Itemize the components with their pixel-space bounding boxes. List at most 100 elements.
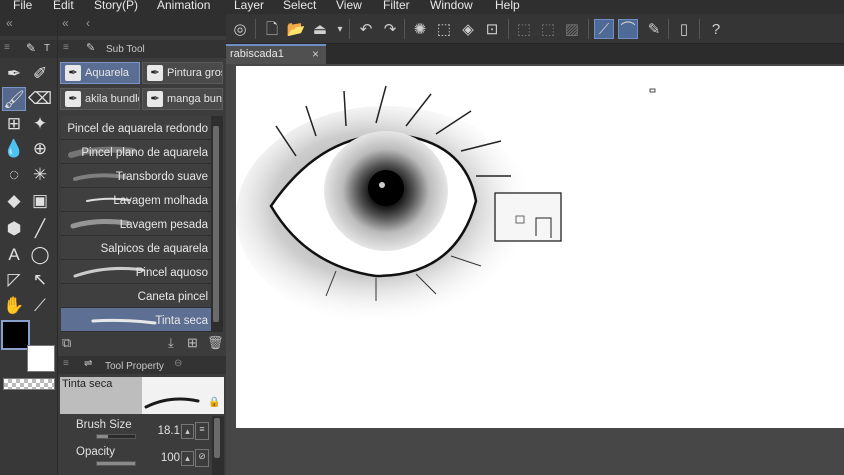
fill-tool-icon[interactable]: ◆ bbox=[2, 189, 26, 213]
menu-animation[interactable]: Animation bbox=[157, 0, 210, 12]
gradient-tool-icon[interactable]: ▣ bbox=[28, 189, 52, 213]
undo-icon[interactable]: ↶ bbox=[356, 20, 376, 40]
brush-stroke-preview bbox=[73, 266, 145, 278]
menu-file[interactable]: File bbox=[13, 0, 32, 12]
correct-line-icon[interactable]: ↖ bbox=[28, 268, 52, 292]
snap-ruler-icon[interactable]: ▨ bbox=[562, 20, 582, 40]
clear-icon[interactable]: ⬚ bbox=[434, 20, 454, 40]
import-sub-tool-icon[interactable]: ⤓ bbox=[168, 335, 174, 351]
lasso-tool-icon[interactable]: ◌ bbox=[2, 163, 26, 187]
document-tab[interactable]: rabiscada1 × bbox=[226, 44, 326, 64]
pen-pressure-icon[interactable]: ✎ bbox=[644, 20, 664, 40]
ruler-tool-icon[interactable]: ◸ bbox=[2, 268, 26, 292]
scrollbar-thumb[interactable] bbox=[213, 126, 219, 322]
opacity-settings-icon[interactable]: ⊘ bbox=[195, 449, 209, 467]
line-tool-icon[interactable]: ╱ bbox=[28, 217, 52, 241]
menu-help[interactable]: Help bbox=[495, 0, 520, 12]
balloon-tool-icon[interactable]: ◯ bbox=[28, 243, 52, 267]
hide-selection-icon[interactable]: ⬚ bbox=[514, 20, 534, 40]
brush-size-value[interactable]: 18.1 bbox=[150, 425, 180, 437]
transform-icon[interactable]: ⊡ bbox=[482, 20, 502, 40]
brush-item-caneta-pincel[interactable]: Caneta pincel bbox=[61, 284, 211, 308]
pen-tab-icon[interactable]: ✎ bbox=[26, 41, 36, 55]
brush-item-transbordo-suave[interactable]: Transbordo suave bbox=[61, 164, 211, 188]
duplicate-sub-tool-icon[interactable]: ⊞ bbox=[187, 335, 198, 351]
brush-item-lavagem-molhada[interactable]: Lavagem molhada bbox=[61, 188, 211, 212]
hand-tool-icon[interactable]: ✋ bbox=[2, 294, 26, 318]
collapse-left-icon-2[interactable]: « bbox=[62, 16, 69, 30]
brush-curve-icon[interactable]: ⌒ bbox=[618, 19, 638, 39]
brush-item-lavagem-pesada[interactable]: Lavagem pesada bbox=[61, 212, 211, 236]
airbrush-tool-icon[interactable]: ⊞ bbox=[2, 112, 26, 136]
pen-tool-icon[interactable]: ✒ bbox=[2, 62, 26, 86]
tool-panel-tab-label: T bbox=[44, 43, 51, 54]
text-tool-icon[interactable]: A bbox=[2, 243, 26, 267]
tool-panel-header: ≡ ✎ T bbox=[0, 40, 57, 58]
group-tab-pintura-grossa[interactable]: ✒Pintura grossa bbox=[142, 62, 223, 84]
panel-menu-icon[interactable]: ≡ bbox=[4, 42, 10, 53]
decoration-tool-icon[interactable]: ✦ bbox=[28, 112, 52, 136]
scrollbar-thumb[interactable] bbox=[214, 418, 220, 458]
opacity-stepper-icon[interactable]: ▴ bbox=[181, 451, 194, 466]
opacity-value[interactable]: 100 bbox=[150, 452, 180, 464]
drawing-canvas[interactable] bbox=[236, 66, 844, 428]
group-tab-akila-bundle[interactable]: ✒ akila bundle bbox=[60, 88, 140, 110]
redo-icon[interactable]: ↷ bbox=[380, 20, 400, 40]
eyedropper-tool-icon[interactable]: ⟋ bbox=[28, 294, 52, 318]
collapse-left-icon[interactable]: « bbox=[6, 16, 13, 30]
menu-filter[interactable]: Filter bbox=[383, 0, 410, 12]
magic-wand-icon[interactable]: ✳ bbox=[28, 163, 52, 187]
grid-tool-icon[interactable]: ⊕ bbox=[28, 137, 52, 161]
eraser-tool-icon[interactable]: ⌫ bbox=[28, 87, 52, 111]
menu-view[interactable]: View bbox=[336, 0, 362, 12]
menu-story[interactable]: Story(P) bbox=[94, 0, 138, 12]
close-tab-icon[interactable]: × bbox=[312, 47, 319, 61]
fill-icon[interactable]: ◈ bbox=[458, 20, 478, 40]
delete-sub-tool-icon[interactable]: 🗑 bbox=[207, 335, 224, 351]
sub-tool-settings-icon[interactable]: ⧉ bbox=[62, 335, 71, 351]
selection-icon-2[interactable]: ⬚ bbox=[538, 20, 558, 40]
main-color-fill bbox=[3, 322, 28, 348]
brush-size-pressure-icon[interactable]: ≡ bbox=[195, 422, 209, 440]
lock-icon[interactable]: 🔒 bbox=[208, 397, 220, 408]
brush-tool-icon[interactable]: 🖌 bbox=[2, 87, 26, 111]
manga-brush-icon: ✒ bbox=[147, 91, 163, 107]
tool-property-scrollbar[interactable] bbox=[212, 416, 224, 475]
pencil-tool-icon[interactable]: ✐ bbox=[28, 62, 52, 86]
group-tab-manga-bundle[interactable]: ✒manga bundle bbox=[142, 88, 223, 110]
smartphone-icon[interactable]: ▯ bbox=[674, 20, 694, 40]
brush-item-pincel-aquoso[interactable]: Pincel aquoso bbox=[61, 260, 211, 284]
loading-icon[interactable]: ✺ bbox=[410, 20, 430, 40]
figure-tool-icon[interactable]: ⬢ bbox=[2, 217, 26, 241]
blend-tool-icon[interactable]: 💧 bbox=[2, 137, 26, 161]
new-file-icon[interactable]: 🗋 bbox=[262, 20, 282, 40]
panel-menu-icon-2[interactable]: ≡ bbox=[63, 42, 69, 53]
sub-color-swatch[interactable] bbox=[27, 345, 55, 372]
watercolor-brush-icon: ✒ bbox=[65, 65, 81, 81]
group-tab-aquarela[interactable]: ✒ Aquarela bbox=[60, 62, 140, 84]
tab-extra-icon[interactable]: ⊖ bbox=[174, 358, 182, 369]
save-icon[interactable]: ⏏ bbox=[310, 20, 330, 40]
menu-edit[interactable]: Edit bbox=[53, 0, 74, 12]
brush-item-pincel-plano[interactable]: Pincel plano de aquarela bbox=[61, 140, 211, 164]
clip-studio-icon[interactable]: ◎ bbox=[230, 20, 250, 40]
open-file-icon[interactable]: 📂 bbox=[286, 20, 306, 40]
menu-window[interactable]: Window bbox=[430, 0, 473, 12]
menu-select[interactable]: Select bbox=[283, 0, 316, 12]
brush-size-slider[interactable] bbox=[96, 434, 136, 439]
panel-menu-icon-3[interactable]: ≡ bbox=[63, 358, 69, 369]
help-icon[interactable]: ? bbox=[706, 20, 726, 40]
brush-item-tinta-seca[interactable]: Tinta seca bbox=[61, 308, 211, 332]
opacity-slider[interactable] bbox=[96, 461, 136, 466]
brush-size-stepper-icon[interactable]: ▴ bbox=[181, 424, 194, 439]
main-color-swatch[interactable] bbox=[1, 320, 30, 350]
menu-layer[interactable]: Layer bbox=[234, 0, 264, 12]
chevron-left-icon[interactable]: ‹ bbox=[86, 16, 90, 30]
brush-item-pincel-aquarela-redondo[interactable]: Pincel de aquarela redondo bbox=[61, 116, 211, 140]
sub-tool-header-label: Sub Tool bbox=[106, 44, 145, 55]
stabilization-icon[interactable]: ⟋ bbox=[594, 19, 614, 39]
brush-list-scrollbar[interactable] bbox=[211, 116, 223, 332]
transparent-color-swatch[interactable] bbox=[3, 378, 55, 390]
brush-item-salpicos[interactable]: Salpicos de aquarela bbox=[61, 236, 211, 260]
save-dropdown-icon[interactable]: ▾ bbox=[330, 20, 350, 40]
